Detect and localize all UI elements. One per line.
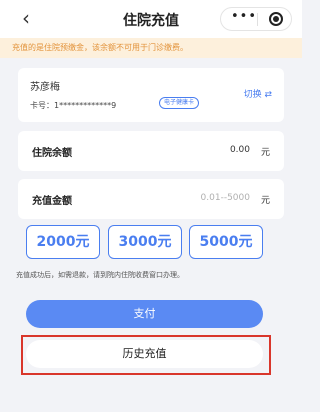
recharge-label: 充值金额 [32, 196, 72, 207]
pay-button[interactable]: 支付 [26, 300, 263, 328]
balance-row: 住院余额 0.00 元 [18, 131, 284, 171]
recharge-unit: 元 [260, 196, 270, 206]
card-type-badge: 电子健康卡 [159, 97, 200, 109]
patient-card: 苏彦梅 卡号：1*************9 电子健康卡 切换 ⇄ [18, 68, 284, 122]
capsule-divider [257, 13, 258, 26]
close-icon[interactable] [269, 12, 283, 26]
highlight-box [21, 335, 271, 375]
recharge-row: 充值金额 0.01--5000 元 [18, 179, 284, 219]
balance-value: 0.00 [229, 145, 250, 155]
balance-label: 住院余额 [32, 148, 72, 159]
more-icon[interactable]: ••• [231, 9, 257, 24]
patient-name: 苏彦梅 [30, 82, 60, 93]
switch-patient-button[interactable]: 切换 ⇄ [244, 87, 272, 100]
navigation-bar: ‹ 住院充值 ••• [0, 0, 302, 38]
amount-option-2000[interactable]: 2000元 [26, 225, 100, 259]
recharge-amount-input[interactable]: 0.01--5000 [201, 193, 250, 203]
refund-hint: 充值成功后，如需退款，请到院内住院收费窗口办理。 [16, 271, 184, 279]
notice-banner: 充值的是住院预缴金，该余额不可用于门诊缴费。 [0, 38, 302, 58]
amount-option-5000[interactable]: 5000元 [189, 225, 263, 259]
mini-program-capsule: ••• [220, 7, 292, 31]
amount-option-3000[interactable]: 3000元 [108, 225, 182, 259]
balance-unit: 元 [260, 148, 270, 158]
card-number: 卡号：1*************9 [30, 101, 117, 110]
